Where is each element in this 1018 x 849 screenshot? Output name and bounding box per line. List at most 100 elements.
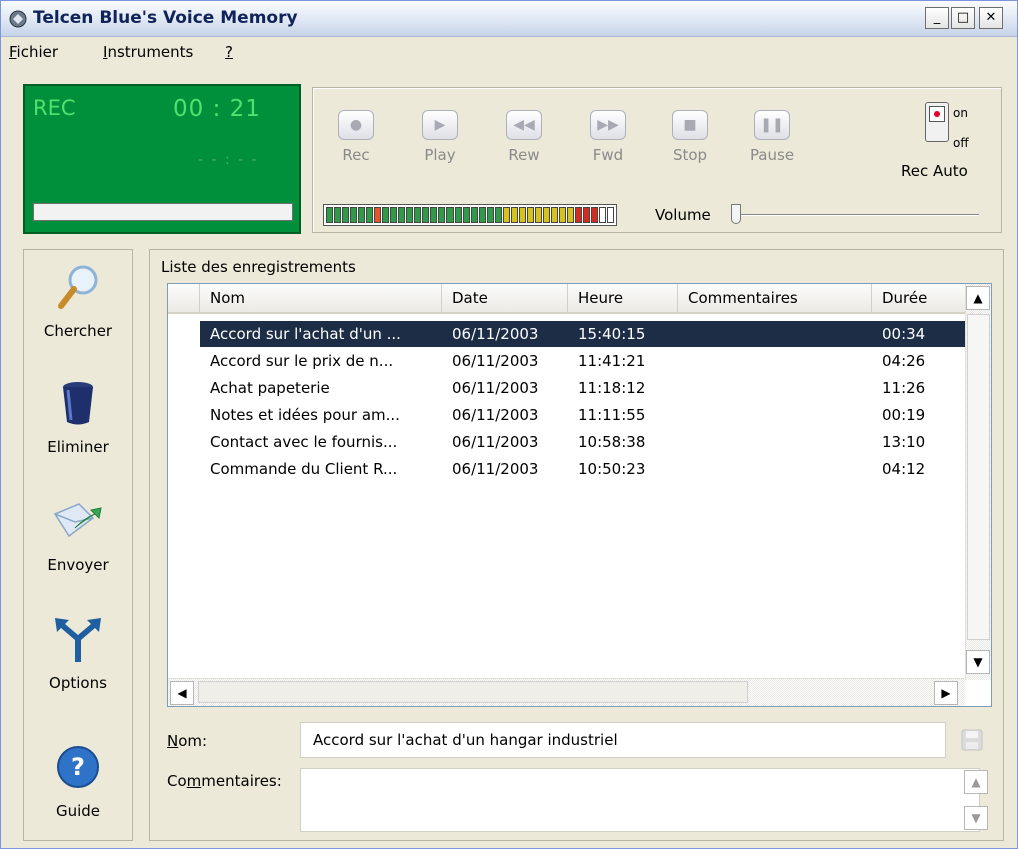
cell-name: Contact avec le fournis... [210,433,398,451]
cell-duration: 04:26 [882,352,926,370]
rec-auto-switch[interactable] [925,102,949,142]
rec-timer: 00 : 21 [173,96,261,122]
cell-date: 06/11/2003 [452,406,539,424]
menu-fichier[interactable]: Fichier [9,43,58,61]
vu-segment [358,207,366,223]
vu-segment [591,207,599,223]
rec-secondary-timer: - - : - - [198,152,259,168]
arrow-down-icon: ▼ [973,655,983,669]
table-row[interactable]: Accord sur le prix de n... 06/11/2003 11… [200,348,965,374]
comments-scroll-up-button[interactable]: ▲ [964,770,988,794]
rec-auto-off-label: off [953,136,969,150]
recordings-list[interactable]: Nom Date Heure Commentaires Durée Accord… [167,283,992,707]
stop-button[interactable]: ■ Stop [663,110,717,164]
vu-segment [334,207,342,223]
scroll-down-button[interactable]: ▼ [966,650,990,674]
table-row[interactable]: Contact avec le fournis... 06/11/2003 10… [200,429,965,455]
maximize-button[interactable]: □ [951,7,975,29]
delete-button[interactable]: Eliminer [24,378,132,456]
vu-segment [462,207,470,223]
play-icon: ▶ [434,117,446,133]
rec-progress-bar [33,203,293,221]
vu-segment [550,207,558,223]
table-row[interactable]: Accord sur l'achat d'un ... 06/11/2003 1… [200,321,965,347]
arrow-up-icon: ▲ [973,291,983,305]
vertical-scrollbar[interactable]: ▲ ▼ [965,284,991,680]
vu-segment [558,207,566,223]
table-row[interactable]: Commande du Client R... 06/11/2003 10:50… [200,456,965,482]
app-logo-icon [9,10,27,28]
vertical-scroll-thumb[interactable] [967,314,990,640]
cell-name: Achat papeterie [210,379,330,397]
vu-segment [398,207,406,223]
cell-name: Accord sur le prix de n... [210,352,394,370]
cell-duration: 11:26 [882,379,926,397]
arrow-down-icon: ▼ [971,811,981,825]
scroll-up-button[interactable]: ▲ [966,286,990,310]
save-disk-icon[interactable] [960,728,984,752]
volume-slider-thumb[interactable] [731,204,741,224]
cell-duration: 04:12 [882,460,926,478]
help-icon: ? [57,746,99,788]
vu-segment [390,207,398,223]
cell-name: Accord sur l'achat d'un ... [210,325,401,343]
minimize-button[interactable]: _ [925,7,949,29]
horizontal-scroll-thumb[interactable] [198,681,748,703]
vu-segment [438,207,446,223]
send-button[interactable]: Envoyer [24,496,132,574]
table-row[interactable]: Notes et idées pour am... 06/11/2003 11:… [200,402,965,428]
vu-segment [607,207,615,223]
cell-duration: 13:10 [882,433,926,451]
horizontal-scrollbar[interactable]: ◀ ▶ [168,678,965,706]
scroll-right-button[interactable]: ▶ [934,681,958,705]
guide-button[interactable]: ? Guide [24,742,132,820]
cell-time: 10:58:38 [578,433,646,451]
vu-segment [342,207,350,223]
column-header-name[interactable]: Nom [200,284,442,314]
app-window: Telcen Blue's Voice Memory _ □ ✕ Fichier… [0,0,1018,849]
menu-instruments[interactable]: Instruments [103,43,193,61]
fwd-button[interactable]: ▶▶ Fwd [581,110,635,164]
name-input[interactable]: Accord sur l'achat d'un hangar industrie… [300,722,946,758]
play-button[interactable]: ▶ Play [413,110,467,164]
menu-help[interactable]: ? [225,43,233,61]
cell-time: 10:50:23 [578,460,646,478]
title-bar[interactable]: Telcen Blue's Voice Memory _ □ ✕ [1,1,1017,37]
volume-slider-track[interactable] [733,214,979,216]
vu-segment [374,207,382,223]
comments-field-label: Commentaires: [167,772,282,790]
arrow-up-icon: ▲ [971,775,981,789]
column-header-comments[interactable]: Commentaires [678,284,872,314]
magnifier-icon [58,265,98,309]
cell-date: 06/11/2003 [452,433,539,451]
vu-segment [382,207,390,223]
vu-segment [470,207,478,223]
arrow-left-icon: ◀ [177,686,187,700]
rec-auto-label: Rec Auto [901,162,968,180]
vu-segment [406,207,414,223]
column-header-duration[interactable]: Durée [872,284,965,314]
table-row[interactable]: Achat papeterie 06/11/2003 11:18:12 11:2… [200,375,965,401]
pause-button[interactable]: ❚❚ Pause [745,110,799,164]
fast-forward-icon: ▶▶ [597,117,619,133]
close-button[interactable]: ✕ [979,7,1003,29]
comments-scroll-down-button[interactable]: ▼ [964,806,988,830]
rew-button[interactable]: ◀◀ Rew [497,110,551,164]
close-icon: ✕ [985,10,997,25]
menu-bar: Fichier Instruments ? [1,37,1017,67]
vu-segment [502,207,510,223]
column-header-time[interactable]: Heure [568,284,678,314]
vu-segment [510,207,518,223]
rec-button[interactable]: ● Rec [329,110,383,164]
cell-date: 06/11/2003 [452,325,539,343]
comments-textarea[interactable] [300,768,980,832]
search-button[interactable]: Chercher [24,262,132,340]
options-button[interactable]: Options [24,614,132,692]
arrow-right-icon: ▶ [941,686,951,700]
column-header-date[interactable]: Date [442,284,568,314]
scroll-left-button[interactable]: ◀ [170,681,194,705]
vu-segment [366,207,374,223]
vu-segment [542,207,550,223]
vu-segment [430,207,438,223]
cell-duration: 00:19 [882,406,926,424]
